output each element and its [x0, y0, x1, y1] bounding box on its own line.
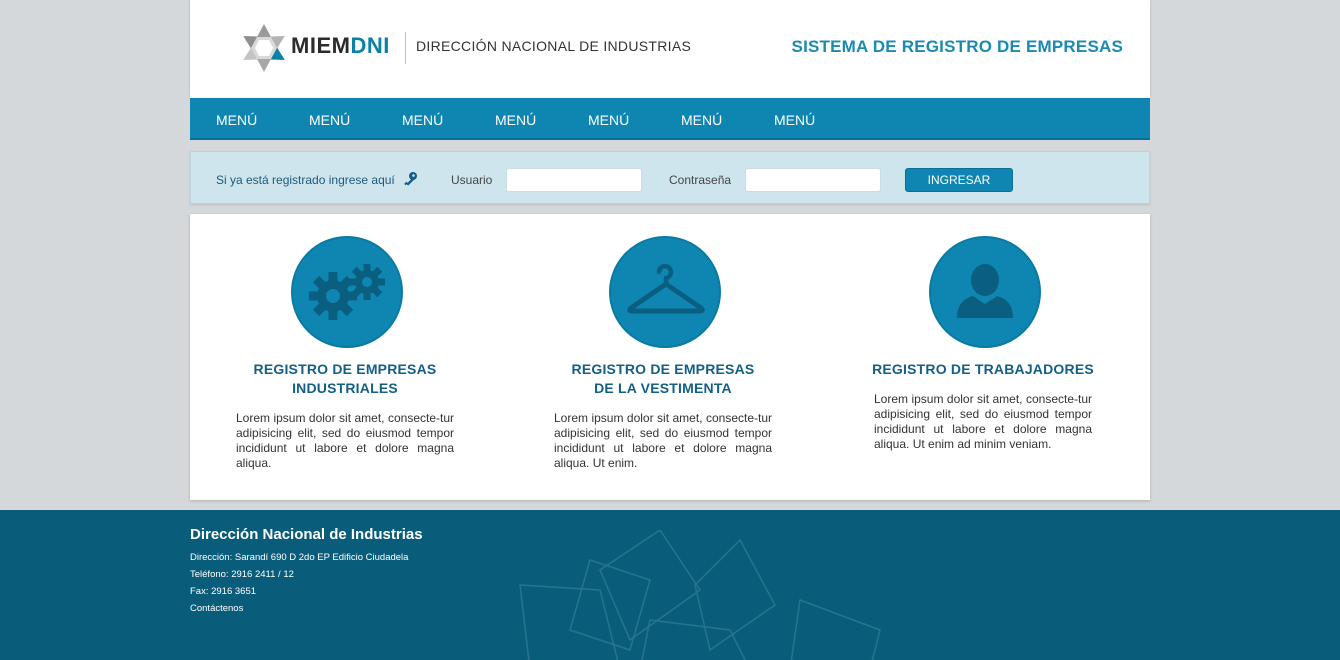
footer-info: Dirección Nacional de Industrias Direcci… — [190, 526, 423, 617]
features-panel: REGISTRO DE EMPRESAS INDUSTRIALES Lorem … — [190, 214, 1150, 500]
nav-item-menu-1[interactable]: MENÚ — [216, 112, 257, 128]
key-icon — [404, 172, 417, 186]
nav-item-menu-3[interactable]: MENÚ — [402, 112, 443, 128]
nav-item-menu-7[interactable]: MENÚ — [774, 112, 815, 128]
footer-address: Dirección: Sarandí 690 D 2do EP Edificio… — [190, 552, 409, 563]
site-footer: Dirección Nacional de Industrias Direcci… — [0, 510, 1340, 660]
nav-item-menu-5[interactable]: MENÚ — [588, 112, 629, 128]
login-bar: Si ya está registrado ingrese aquí Usuar… — [190, 151, 1150, 204]
footer-phone: Teléfono: 2916 2411 / 12 — [190, 569, 294, 580]
feature-description: Lorem ipsum dolor sit amet, consecte-tur… — [554, 411, 772, 470]
gears-icon — [309, 264, 385, 320]
feature-icon-circle[interactable] — [929, 236, 1041, 348]
feature-description: Lorem ipsum dolor sit amet, consecte-tur… — [236, 411, 454, 470]
feature-title-line1: REGISTRO DE EMPRESAS — [253, 361, 437, 377]
footer-fax: Fax: 2916 3651 — [190, 586, 257, 597]
nav-item-menu-2[interactable]: MENÚ — [309, 112, 350, 128]
brand-accent: DNI — [350, 33, 390, 58]
feature-title-line1: REGISTRO DE EMPRESAS — [571, 361, 755, 377]
feature-title-line2: INDUSTRIALES — [292, 380, 398, 396]
username-input[interactable] — [506, 168, 642, 192]
password-input[interactable] — [745, 168, 881, 192]
footer-heading: Dirección Nacional de Industrias — [190, 526, 423, 543]
flower-watermark-icon — [519, 530, 881, 660]
main-nav: MENÚ MENÚ MENÚ MENÚ MENÚ MENÚ MENÚ — [190, 98, 1150, 140]
feature-title-line2: DE LA VESTIMENTA — [594, 380, 732, 396]
nav-item-menu-6[interactable]: MENÚ — [681, 112, 722, 128]
feature-description: Lorem ipsum dolor sit amet, consecte-tur… — [874, 392, 1092, 451]
feature-icon-circle[interactable] — [609, 236, 721, 348]
site-header: MIEMDNI DIRECCIÓN NACIONAL DE INDUSTRIAS… — [190, 0, 1150, 98]
feature-title: REGISTRO DE TRABAJADORES — [853, 360, 1113, 379]
login-button[interactable]: INGRESAR — [905, 168, 1013, 192]
feature-title: REGISTRO DE EMPRESAS INDUSTRIALES — [215, 360, 475, 398]
username-label: Usuario — [451, 173, 493, 187]
nav-item-menu-4[interactable]: MENÚ — [495, 112, 536, 128]
feature-title-line1: REGISTRO DE TRABAJADORES — [872, 361, 1094, 377]
brand-subtitle: DIRECCIÓN NACIONAL DE INDUSTRIAS — [416, 38, 692, 54]
footer-contact-link[interactable]: Contáctenos — [190, 600, 423, 617]
brand-divider — [405, 32, 406, 64]
password-label: Contraseña — [669, 173, 732, 187]
system-title: SISTEMA DE REGISTRO DE EMPRESAS — [791, 37, 1123, 56]
feature-icon-circle[interactable] — [291, 236, 403, 348]
login-prompt: Si ya está registrado ingrese aquí — [216, 173, 395, 187]
user-icon — [957, 264, 1013, 318]
flower-logo-icon[interactable] — [238, 22, 290, 74]
hanger-icon — [627, 263, 705, 314]
brand-name[interactable]: MIEMDNI — [291, 33, 390, 59]
feature-title: REGISTRO DE EMPRESAS DE LA VESTIMENTA — [533, 360, 793, 398]
brand-main: MIEM — [291, 33, 351, 58]
